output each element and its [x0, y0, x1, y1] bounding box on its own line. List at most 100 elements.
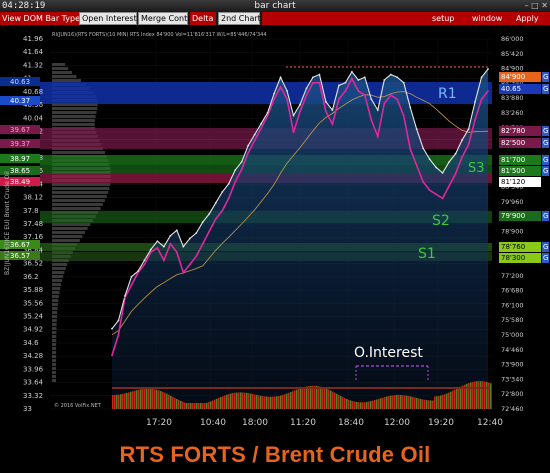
merge-contr-button[interactable]: Merge Contr	[138, 12, 191, 25]
oi-histogram-bar	[332, 391, 334, 409]
oi-histogram-bar	[192, 403, 194, 409]
setup-button[interactable]: setup	[432, 12, 454, 25]
oi-histogram-bar	[202, 403, 204, 409]
g-marker[interactable]: G	[543, 167, 548, 175]
oil-data-point	[292, 131, 295, 134]
g-marker[interactable]: G	[543, 85, 548, 93]
oi-histogram-bar	[286, 393, 288, 409]
oi-histogram-bar	[182, 401, 184, 409]
oi-histogram-bar	[256, 394, 258, 409]
oi-histogram-bar	[468, 383, 470, 409]
oi-histogram-bar	[186, 403, 188, 409]
right-axis-tick: 79'960	[501, 198, 523, 206]
rts-data-point	[266, 111, 269, 114]
rts-data-point	[415, 128, 418, 131]
oil-data-point	[376, 135, 379, 138]
rts-data-point	[448, 161, 451, 163]
rts-data-point	[201, 221, 204, 223]
chart-caption: RTS FORTS / Brent Crude Oil	[0, 436, 550, 473]
chart-area[interactable]: R1S3S2S1 41.9641.6441.324140.6840.3640.0…	[0, 25, 550, 435]
volume-profile-bar	[52, 195, 107, 198]
oi-histogram-bar	[214, 399, 216, 409]
oi-histogram-bar	[308, 386, 310, 409]
volume-profile-bar	[52, 79, 81, 82]
view-dom-button[interactable]: View DOM Bar Type	[0, 12, 80, 25]
g-marker[interactable]: G	[543, 139, 548, 147]
oi-histogram-bar	[216, 398, 218, 409]
oi-histogram-bar	[270, 396, 272, 409]
g-marker[interactable]: G	[543, 212, 548, 220]
oi-histogram-bar	[142, 388, 144, 409]
oil-data-point	[344, 90, 347, 92]
oi-histogram-bar	[184, 402, 186, 409]
volume-profile-bar	[52, 343, 57, 346]
volume-profile-bar	[52, 319, 57, 322]
volume-profile-bar	[52, 231, 86, 234]
oi-histogram-bar	[264, 396, 266, 409]
oi-histogram-bar	[336, 393, 338, 409]
oi-histogram-bar	[476, 381, 478, 409]
g-marker[interactable]: G	[543, 156, 548, 164]
window-title: bar chart	[254, 1, 296, 11]
oi-histogram-bar	[168, 394, 170, 409]
oi-histogram-bar	[268, 396, 270, 409]
delta-button[interactable]: Delta	[190, 12, 216, 25]
left-axis-tick: 40.68	[23, 88, 43, 96]
oi-histogram-bar	[348, 399, 350, 409]
price-chart[interactable]: R1S3S2S1 41.9641.6441.324140.6840.3640.0…	[0, 25, 550, 435]
level-label-r1: R1	[438, 86, 457, 102]
volume-profile-bar	[52, 239, 80, 242]
apply-button[interactable]: Apply	[516, 12, 539, 25]
oi-histogram-bar	[396, 394, 398, 409]
window-menu-button[interactable]: window	[472, 12, 502, 25]
oil-data-point	[208, 230, 211, 233]
oi-histogram-bar	[232, 393, 234, 409]
rts-data-point	[227, 182, 230, 185]
left-axis-tick: 37.8	[23, 207, 39, 215]
rts-data-point	[156, 240, 159, 243]
oi-histogram-bar	[114, 394, 116, 409]
open-interest-button[interactable]: Open Interest	[79, 12, 137, 25]
right-tag-82780: 82'780	[501, 127, 525, 135]
bar-type-label[interactable]: Bar Type	[45, 14, 80, 23]
g-marker[interactable]: G	[543, 73, 548, 81]
oi-histogram-bar	[340, 395, 342, 409]
rts-data-point	[435, 166, 438, 169]
rts-data-point	[487, 68, 489, 70]
volume-profile-bar	[52, 295, 59, 298]
window-controls[interactable]: – □ ✕	[525, 0, 548, 12]
oil-data-point	[299, 110, 301, 113]
left-axis-tick: 41.32	[23, 61, 43, 69]
rts-data-point	[182, 245, 185, 248]
oi-histogram-bar	[490, 383, 492, 409]
oi-histogram-bar	[240, 392, 242, 409]
rts-data-point	[389, 73, 392, 76]
window-titlebar: 04:28:19 bar chart – □ ✕	[0, 0, 550, 12]
oi-histogram-bar	[412, 396, 414, 409]
oil-data-point	[305, 94, 308, 97]
oi-histogram-bar	[456, 388, 458, 409]
oi-histogram-bar	[442, 394, 444, 409]
rts-data-point	[376, 109, 379, 111]
oi-histogram-bar	[474, 381, 476, 409]
oi-histogram-bar	[338, 394, 340, 409]
rts-data-point	[195, 232, 198, 234]
rts-data-point	[350, 70, 353, 73]
x-axis-tick: 19:20	[428, 418, 454, 428]
oi-histogram-bar	[334, 392, 336, 409]
oi-histogram-bar	[138, 389, 140, 409]
volume-profile-bar	[52, 363, 57, 366]
volume-profile-bar	[52, 339, 57, 342]
g-marker[interactable]: G	[543, 254, 548, 262]
oil-data-point	[402, 114, 405, 117]
g-marker[interactable]: G	[543, 243, 548, 251]
oi-histogram-bar	[248, 393, 250, 409]
oi-histogram-bar	[410, 396, 412, 409]
right-axis-tick: 72'800	[501, 390, 523, 398]
oi-histogram-bar	[342, 397, 344, 409]
oil-data-point	[383, 102, 386, 105]
oi-histogram-bar	[304, 386, 306, 409]
second-chart-button[interactable]: 2nd Chart	[218, 12, 261, 25]
g-marker[interactable]: G	[543, 127, 548, 135]
oi-histogram-bar	[252, 394, 254, 409]
